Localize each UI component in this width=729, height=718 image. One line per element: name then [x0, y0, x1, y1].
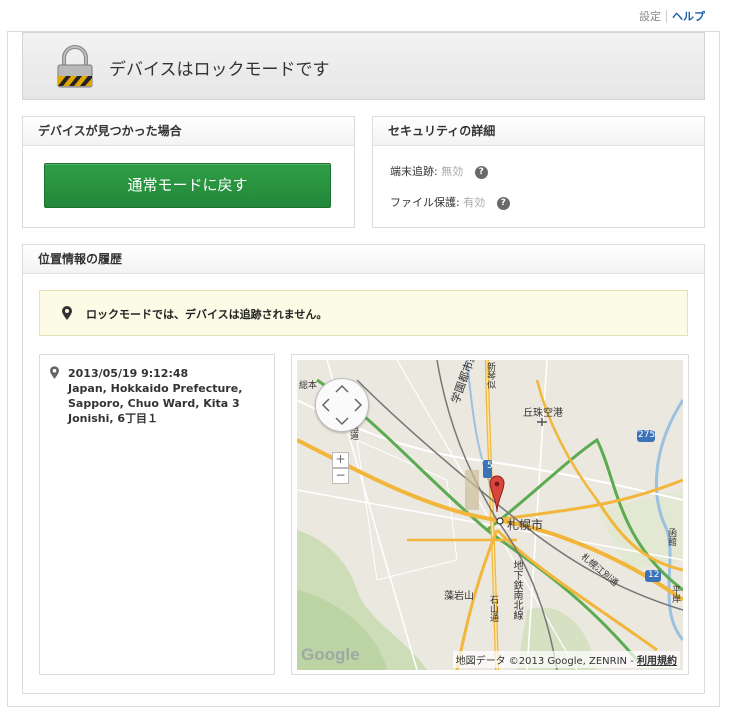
map-label-mountain: 藻岩山 [444, 591, 474, 602]
found-device-title: デバイスが見つかった場合 [23, 117, 354, 146]
file-protection-row: ファイル保護: 有効 ? [390, 194, 510, 210]
top-links: 設定 ヘルプ [639, 8, 705, 24]
location-history-panel: 位置情報の履歴 ロックモードでは、デバイスは追跡されません。 2013/05/1… [22, 244, 705, 694]
location-pin-icon [62, 306, 72, 320]
map-route-12: 12 [648, 570, 660, 580]
padlock-icon [57, 45, 93, 88]
tracking-notice: ロックモードでは、デバイスは追跡されません。 [39, 290, 688, 336]
location-timestamp: 2013/05/19 9:12:48 [68, 367, 189, 380]
file-protection-value: 有効 [463, 196, 486, 209]
map-label-airport: 丘珠空港 [523, 408, 563, 419]
help-link[interactable]: ヘルプ [667, 10, 705, 23]
security-details-title: セキュリティの詳細 [373, 117, 704, 146]
map-label-city: 札幌市 [507, 518, 544, 532]
found-device-panel: デバイスが見つかった場合 通常モードに戻す [22, 116, 355, 228]
pan-arrows-icon [321, 384, 363, 426]
map-route-5: 5 [487, 461, 493, 471]
location-list: 2013/05/19 9:12:48 Japan, Hokkaido Prefe… [39, 354, 275, 675]
zoom-in-button[interactable]: + [332, 452, 349, 468]
map-label-road2: 石山通 [488, 595, 498, 622]
security-details-panel: セキュリティの詳細 端末追跡: 無効 ? ファイル保護: 有効 ? [372, 116, 705, 228]
lock-mode-banner: デバイスはロックモードです [22, 32, 705, 100]
zoom-out-button[interactable]: − [332, 468, 349, 484]
map-route-275: 275 [638, 430, 656, 440]
location-entry-text: 2013/05/19 9:12:48 Japan, Hokkaido Prefe… [68, 366, 268, 426]
return-to-normal-button[interactable]: 通常モードに戻す [44, 163, 331, 208]
help-question-icon[interactable]: ? [496, 196, 510, 210]
map-label-line2: 地下鉄南北線 [511, 560, 522, 620]
terms-link[interactable]: 利用規約 [637, 656, 677, 667]
tracking-label: 端末追跡: [390, 165, 438, 178]
map-label-road6: 函館 [666, 528, 676, 546]
location-pin-icon [50, 366, 59, 379]
notice-text: ロックモードでは、デバイスは追跡されません。 [86, 308, 328, 321]
attribution-text: 地図データ ©2013 Google, ZENRIN - [455, 656, 637, 667]
map-label-road9: 総本 [299, 381, 318, 391]
file-protection-label: ファイル保護: [390, 196, 460, 209]
settings-link[interactable]: 設定 [639, 10, 667, 23]
tracking-row: 端末追跡: 無効 ? [390, 163, 488, 179]
google-logo: Google [301, 645, 360, 664]
location-history-title: 位置情報の履歴 [23, 245, 704, 274]
map-frame: 札幌市 丘珠空港 藻岩山 5 275 12 学園都市線 地下鉄南北線 札幌江別通… [291, 354, 689, 675]
map-pan-control[interactable] [315, 378, 369, 432]
map-label-road5: 新琴似 [485, 362, 495, 389]
page-title: デバイスはロックモードです [109, 60, 330, 80]
map-attribution: 地図データ ©2013 Google, ZENRIN - 利用規約 [452, 651, 680, 668]
map-label-road4: 平岸 [670, 585, 680, 603]
location-address: Japan, Hokkaido Prefecture, Sapporo, Chu… [68, 382, 243, 425]
location-map[interactable]: 札幌市 丘珠空港 藻岩山 5 275 12 学園都市線 地下鉄南北線 札幌江別通… [297, 360, 683, 670]
help-question-icon[interactable]: ? [474, 165, 488, 179]
tracking-value: 無効 [441, 165, 464, 178]
